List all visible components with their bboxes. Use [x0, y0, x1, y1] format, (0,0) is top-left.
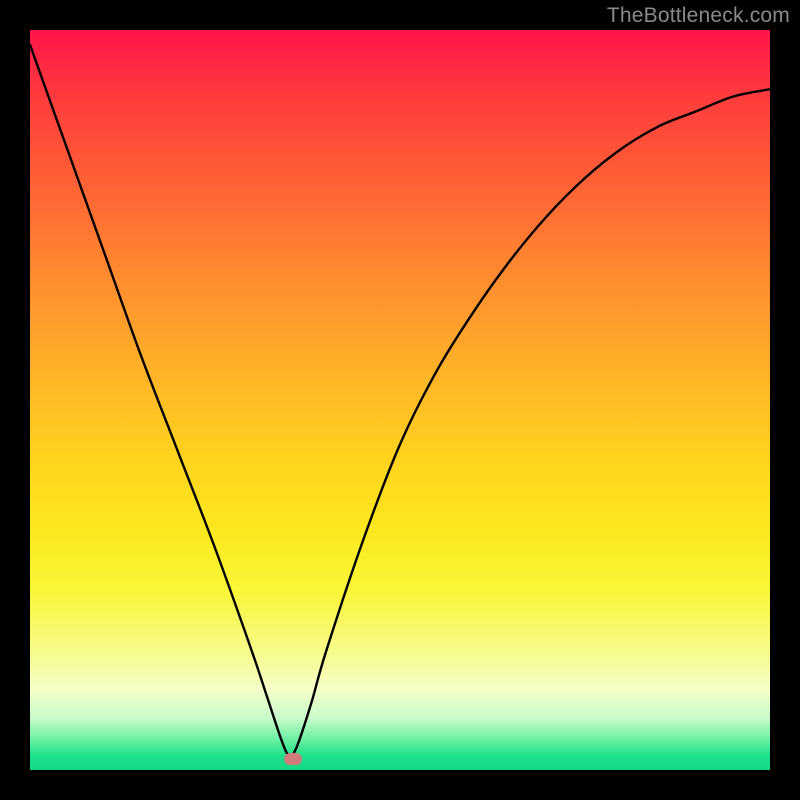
- watermark-text: TheBottleneck.com: [607, 4, 790, 28]
- optimum-marker: [284, 753, 302, 765]
- chart-frame: TheBottleneck.com: [0, 0, 800, 800]
- plot-area: [30, 30, 770, 770]
- bottleneck-curve: [30, 30, 770, 770]
